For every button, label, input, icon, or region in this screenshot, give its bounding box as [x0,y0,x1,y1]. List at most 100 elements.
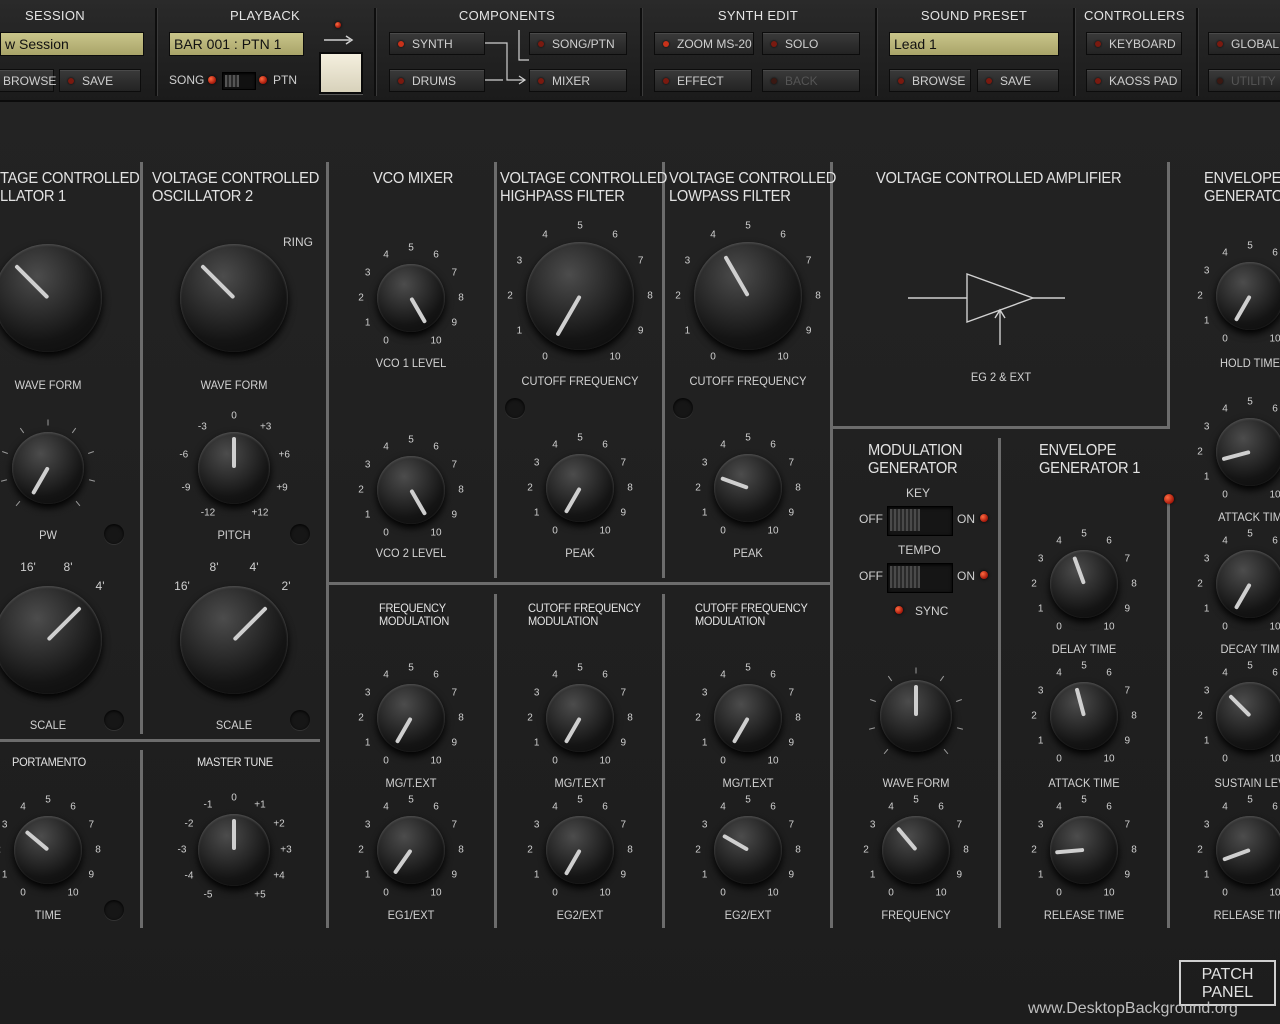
vco1-wave-knob[interactable] [0,244,102,352]
vco1-title: TAGE CONTROLLED LLATOR 1 [0,170,140,206]
mixer-button[interactable]: MIXER [529,69,627,92]
eg1-release-knob[interactable] [1050,816,1118,884]
eg1-attack-knob[interactable] [1050,682,1118,750]
scale-tick-label: 9 [956,869,963,881]
play-button[interactable] [319,52,363,94]
scale-tick-label: 0 [1056,621,1062,633]
lpf-peak-knob[interactable] [714,454,782,522]
scale-tick-label: 7 [451,687,458,699]
feet-label: 16' [20,560,36,574]
portamento-jack[interactable] [104,900,124,920]
fm-eg1-knob[interactable] [377,816,445,884]
play-led-icon [335,22,341,28]
cfm1-eg2-knob[interactable] [546,816,614,884]
back-button[interactable]: BACK [762,69,860,92]
cfm2-mg-knob[interactable] [714,684,782,752]
scale-tick-label: 6 [770,669,776,681]
scale-tick-label: 0 [1222,621,1228,633]
knob-pointer [1228,694,1252,718]
session-browse-button[interactable]: BROWSE [0,69,57,92]
scale-tick-label: 9 [451,737,458,749]
eg2-sustain-knob[interactable] [1216,682,1280,750]
eg2-attack-knob[interactable] [1216,418,1280,486]
scale-tick-label: 0 [383,527,389,539]
mg-wave-knob[interactable] [880,680,952,752]
cfm2-eg2-knob[interactable] [714,816,782,884]
eg2-release-knob[interactable] [1216,816,1280,884]
scale-tick-label: 0 [20,887,26,899]
scale-tick-label: 6 [1106,667,1112,679]
scale-tick-label: 0 [383,887,389,899]
hpf-peak-knob[interactable] [546,454,614,522]
solo-button[interactable]: SOLO [762,32,860,55]
tempo-switch[interactable] [887,563,953,593]
key-switch[interactable] [887,506,953,536]
preset-browse-button[interactable]: BROWSE [889,69,971,92]
lpf-jack[interactable] [673,398,693,418]
utility-button[interactable]: UTILITY [1208,69,1280,92]
drums-button[interactable]: DRUMS [389,69,485,92]
knob-pointer [1074,687,1086,717]
mg-frequency-knob[interactable] [882,816,950,884]
vco2-wave-knob[interactable] [180,244,288,352]
global-button[interactable]: GLOBAL [1208,32,1280,55]
song-ptn-switch[interactable] [222,72,256,90]
vco2-scale-jack[interactable] [290,710,310,730]
scale-tick-label: 9 [620,737,627,749]
pitch-jack[interactable] [290,524,310,544]
fm-title: FREQUENCY MODULATION [379,602,449,628]
scale-tick-label: 4 [20,801,26,813]
scale-tick-label: 10 [767,525,779,537]
master-tune-knob[interactable] [198,814,270,886]
effect-button[interactable]: EFFECT [654,69,752,92]
vco1-scale-knob[interactable] [0,586,102,694]
scale-tick-label: 9 [1124,735,1131,747]
knob-pointer [1072,556,1086,585]
scale-tick-label: 0 [888,887,894,899]
divider [1167,162,1170,429]
playback-position-display[interactable]: BAR 001 : PTN 1 [169,32,304,56]
lpf-cutoff-knob[interactable] [694,242,802,350]
scale-tick-label: 9 [451,317,458,329]
vco1-pw-knob[interactable] [12,432,84,504]
vco2-pitch-knob[interactable] [198,432,270,504]
synth-button[interactable]: SYNTH [389,32,485,55]
zoom-button[interactable]: ZOOM MS-20 [654,32,754,55]
keyboard-button[interactable]: KEYBOARD [1086,32,1182,55]
session-name-display[interactable]: w Session [0,32,144,56]
eg1-delay-knob[interactable] [1050,550,1118,618]
scale-tick-label: 7 [451,459,458,471]
scale-tick-label: 10 [1269,753,1280,765]
pw-jack[interactable] [104,524,124,544]
scale-tick-label: 2 [527,482,533,494]
vco1-level-knob[interactable] [377,264,445,332]
scale-tick-label: 3 [684,255,691,267]
scale-tick-label: 2 [675,290,681,302]
scale-tick-label: 5 [577,432,583,444]
lever-icon [890,509,920,531]
session-save-button[interactable]: SAVE [59,69,141,92]
scale-tick-label: 4 [720,439,726,451]
vco2-level-knob[interactable] [377,456,445,524]
portamento-time-knob[interactable] [14,816,82,884]
scale-tick-label: 4 [552,439,558,451]
eg2-decay-knob[interactable] [1216,550,1280,618]
tempo-led-icon [980,571,988,579]
scale-tick-label: 7 [788,687,795,699]
scale-tick-label: 3 [533,687,540,699]
fm-mg-knob[interactable] [377,684,445,752]
song-ptn-button[interactable]: SONG/PTN [529,32,627,55]
preset-name-display[interactable]: Lead 1 [889,32,1059,56]
browse-label: BROWSE [3,74,57,88]
knob-pointer [914,685,918,716]
hpf-jack[interactable] [505,398,525,418]
kaoss-pad-button[interactable]: KAOSS PAD [1086,69,1182,92]
eg2-hold-knob[interactable] [1216,262,1280,330]
vco2-scale-knob[interactable] [180,586,288,694]
scale-tick-label: 5 [745,432,751,444]
cfm1-mg-knob[interactable] [546,684,614,752]
preset-save-button[interactable]: SAVE [977,69,1059,92]
hpf-cutoff-knob[interactable] [526,242,634,350]
scale-tick-label: 3 [701,457,708,469]
vco1-scale-jack[interactable] [104,710,124,730]
